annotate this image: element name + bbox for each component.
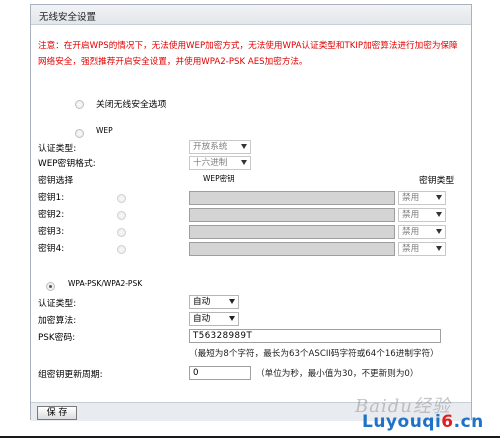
wpa-auth-type-select[interactable]: 自动	[189, 295, 239, 309]
chevron-down-icon	[241, 144, 247, 149]
rekey-interval-input[interactable]: 0	[189, 366, 251, 380]
wpa-psk-label: WPA-PSK/WPA2-PSK	[68, 279, 143, 288]
chevron-down-icon	[229, 316, 235, 321]
key4-type-value: 禁用	[402, 244, 420, 254]
key2-type-value: 禁用	[402, 210, 420, 220]
security-notice: 注意：在开启WPS的情况下，无法使用WEP加密方式，无法使用WPA认证类型和TK…	[38, 41, 458, 67]
chevron-down-icon	[436, 195, 442, 200]
wep-label: WEP	[96, 126, 113, 135]
disable-security-label: 关闭无线安全选项	[96, 100, 167, 110]
wpa-auth-type-label: 认证类型:	[38, 299, 77, 309]
key4-radio[interactable]	[117, 245, 126, 254]
encryption-label: 加密算法:	[38, 316, 77, 326]
disable-security-radio[interactable]	[75, 100, 84, 109]
key3-label: 密钥3:	[38, 227, 65, 237]
rekey-interval-label: 组密钥更新周期:	[38, 370, 103, 380]
key-type-column-header: 密钥类型	[419, 176, 455, 186]
encryption-select[interactable]: 自动	[189, 312, 239, 326]
key3-type-value: 禁用	[402, 227, 420, 237]
key2-label: 密钥2:	[38, 210, 65, 220]
wep-key-format-label: WEP密钥格式:	[38, 159, 96, 169]
key4-type-select[interactable]: 禁用	[398, 242, 446, 256]
wep-key-format-select[interactable]: 十六进制	[189, 156, 251, 170]
key4-label: 密钥4:	[38, 244, 65, 254]
key1-input[interactable]	[189, 191, 395, 205]
bottom-divider	[0, 436, 500, 438]
key1-label: 密钥1:	[38, 193, 65, 203]
save-button[interactable]: 保 存	[37, 406, 77, 420]
key3-type-select[interactable]: 禁用	[398, 225, 446, 239]
chevron-down-icon	[229, 299, 235, 304]
key4-input[interactable]	[189, 242, 395, 256]
encryption-value: 自动	[193, 314, 211, 324]
wep-radio[interactable]	[75, 129, 84, 138]
psk-hint: （最短为8个字符，最长为63个ASCII码字符或64个16进制字符）	[189, 349, 439, 359]
key-select-column-header: 密钥选择	[38, 176, 74, 186]
panel-title: 无线安全设置	[39, 12, 97, 23]
chevron-down-icon	[436, 246, 442, 251]
wpa-psk-radio[interactable]	[46, 282, 55, 291]
psk-password-value: T56328989T	[193, 331, 253, 341]
site-watermark: Luyouqi6.cn	[362, 412, 484, 432]
panel-titlebar: 无线安全设置	[31, 5, 471, 25]
rekey-interval-value: 0	[193, 368, 199, 378]
chevron-down-icon	[436, 229, 442, 234]
wep-auth-type-select[interactable]: 开放系统	[189, 140, 251, 154]
key2-radio[interactable]	[117, 211, 126, 220]
wep-key-column-header: WEP密钥	[203, 174, 235, 183]
wireless-security-panel: 无线安全设置 注意：在开启WPS的情况下，无法使用WEP加密方式，无法使用WPA…	[30, 4, 472, 421]
key2-type-select[interactable]: 禁用	[398, 208, 446, 222]
wpa-auth-type-value: 自动	[193, 297, 211, 307]
wep-key-format-value: 十六进制	[193, 158, 228, 168]
key3-input[interactable]	[189, 225, 395, 239]
psk-password-input[interactable]: T56328989T	[189, 329, 441, 343]
key1-type-value: 禁用	[402, 193, 420, 203]
chevron-down-icon	[241, 160, 247, 165]
psk-password-label: PSK密码:	[38, 333, 76, 343]
site-watermark-c: .cn	[453, 412, 484, 432]
wep-auth-type-value: 开放系统	[193, 142, 228, 152]
key1-type-select[interactable]: 禁用	[398, 191, 446, 205]
site-watermark-b: 6	[441, 412, 454, 432]
wep-auth-type-label: 认证类型:	[38, 144, 77, 154]
key3-radio[interactable]	[117, 228, 126, 237]
key2-input[interactable]	[189, 208, 395, 222]
rekey-hint: （单位为秒，最小值为30，不更新则为0）	[256, 369, 419, 379]
chevron-down-icon	[436, 212, 442, 217]
key1-radio[interactable]	[117, 194, 126, 203]
site-watermark-a: Luyouqi	[362, 412, 442, 432]
